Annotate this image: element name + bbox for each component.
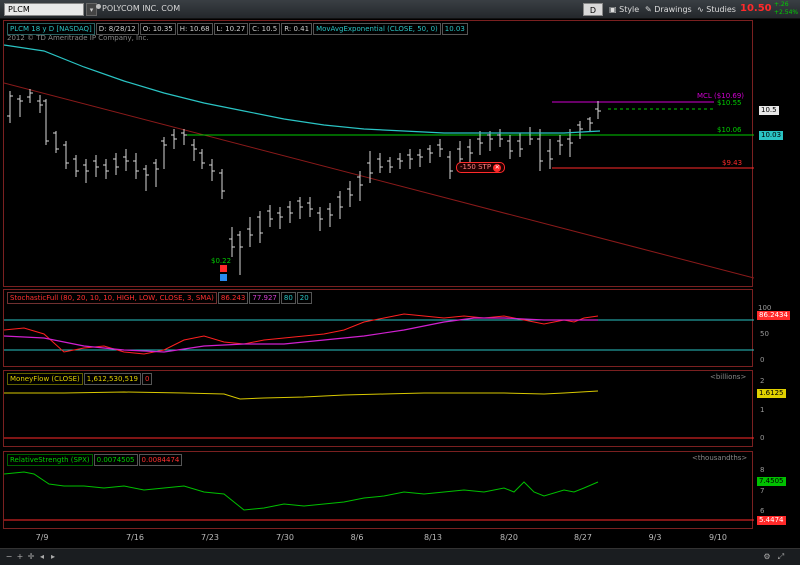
moneyflow-scale-1: 1 <box>760 406 765 414</box>
zoom-in-icon[interactable]: + <box>15 552 25 562</box>
date-tick: 7/30 <box>276 533 294 542</box>
drawings-menu-button[interactable]: ✎ Drawings <box>645 3 692 16</box>
cancel-order-icon[interactable]: ✕ <box>493 164 502 172</box>
ma-value: 10.03 <box>441 23 468 35</box>
level-943-label: $9.43 <box>722 159 743 167</box>
moneyflow-axis-tag: 1.6125 <box>757 389 786 398</box>
zoom-out-icon[interactable]: − <box>4 552 14 562</box>
rs-value-2: 0.0084474 <box>138 454 183 466</box>
date-tick: 8/20 <box>500 533 518 542</box>
rs-line <box>4 471 599 511</box>
stochastic-scale-0: 0 <box>760 356 765 364</box>
symbol-input[interactable]: PLCM <box>4 3 84 16</box>
rs-study-label[interactable]: RelativeStrength (SPX) <box>7 454 93 466</box>
company-name: POLYCOM INC. COM <box>102 4 181 13</box>
date-tick: 7/9 <box>35 533 49 542</box>
stochastic-ob-value: 80 <box>280 292 296 304</box>
settings-icon[interactable]: ⚙ <box>762 552 772 562</box>
net-change-percent: +2.54% <box>774 9 799 16</box>
last-price: 10.50 <box>740 3 772 14</box>
earnings-icon[interactable] <box>220 274 227 281</box>
price-low: L: 10.27 <box>213 23 249 35</box>
dividend-icon[interactable] <box>220 265 227 272</box>
price-header: PLCM 18 y D [NASDAQ] D: 8/28/12 O: 10.35 H:… <box>7 23 469 35</box>
moneyflow-panel[interactable]: MoneyFlow (CLOSE) 1,612,530,519 0 <billion… <box>3 370 754 447</box>
moneyflow-units: <billions> <box>710 373 747 381</box>
moneyflow-header: MoneyFlow (CLOSE) 1,612,530,519 0 <box>7 373 153 385</box>
stochastic-scale-50: 50 <box>760 330 769 338</box>
drawings-label: Drawings <box>654 5 692 14</box>
rs-scale-7: 7 <box>760 487 765 495</box>
ma-axis-tag: 10.03 <box>759 131 784 140</box>
relative-strength-panel[interactable]: RelativeStrength (SPX) 0.0074505 0.0084474… <box>3 451 754 529</box>
rs-header: RelativeStrength (SPX) 0.0074505 0.0084474 <box>7 454 183 466</box>
moneyflow-zero: 0 <box>142 373 153 385</box>
dividend-label: $0.22 <box>211 257 232 265</box>
level-1055-label: $10.55 <box>717 99 742 107</box>
date-tick: 8/6 <box>350 533 364 542</box>
scroll-left-icon[interactable]: ◂ <box>37 552 47 562</box>
price-chart-panel[interactable]: PLCM 18 y D [NASDAQ] D: 8/28/12 O: 10.35 H:… <box>3 20 784 288</box>
date-tick: 7/23 <box>201 533 219 542</box>
stochastic-study-label[interactable]: StochasticFull (80, 20, 10, 10, HIGH, LO… <box>7 292 217 304</box>
level-1006-label: $10.06 <box>717 126 742 134</box>
studies-menu-button[interactable]: ∿ Studies <box>697 3 736 16</box>
drawings-icon: ✎ <box>645 5 652 14</box>
stochastic-panel[interactable]: StochasticFull (80, 20, 10, 10, HIGH, LO… <box>3 289 754 367</box>
price-close: C: 10.5 <box>249 23 281 35</box>
rs-scale-6: 6 <box>760 507 765 515</box>
ema-50-line <box>4 44 601 134</box>
date-tick: 8/27 <box>574 533 592 542</box>
price-axis-tag: 10.5 <box>759 106 779 115</box>
style-label: Style <box>619 5 640 14</box>
stochastic-d-value: 77.927 <box>249 292 280 304</box>
stochastic-os-value: 20 <box>296 292 312 304</box>
scroll-right-icon[interactable]: ▸ <box>48 552 58 562</box>
date-tick: 7/16 <box>126 533 144 542</box>
moneyflow-scale-0: 0 <box>760 434 765 442</box>
studies-label: Studies <box>706 5 736 14</box>
rs-value-1: 0.0074505 <box>93 454 138 466</box>
net-change: +.26 <box>774 1 789 8</box>
copyright-text: 2012 © TD Ameritrade IP Company, Inc. <box>7 34 149 42</box>
price-range: R: 0.41 <box>281 23 313 35</box>
bottom-toolbar: − + ✛ ◂ ▸ ⚙ ⤢ <box>0 548 800 565</box>
date-tick: 9/10 <box>709 533 727 542</box>
price-high: H: 10.68 <box>176 23 213 35</box>
date-tick: 8/13 <box>424 533 442 542</box>
top-toolbar: PLCM ▾ POLYCOM INC. COM D ▣ Style ✎ Draw… <box>0 0 800 19</box>
rs-units: <thousandths> <box>692 454 748 462</box>
moneyflow-value: 1,612,530,519 <box>83 373 142 385</box>
studies-icon: ∿ <box>697 5 704 14</box>
stop-order-label: -150 STP <box>460 163 492 171</box>
moneyflow-study-label[interactable]: MoneyFlow (CLOSE) <box>7 373 83 385</box>
crosshair-icon[interactable]: ✛ <box>26 552 36 562</box>
rs-scale-8: 8 <box>760 466 765 474</box>
expand-icon[interactable]: ⤢ <box>776 552 786 562</box>
period-button[interactable]: D <box>583 3 603 16</box>
rs-axis-tag: 7.4505 <box>757 477 786 486</box>
stochastic-axis-tag: 86.2434 <box>757 311 790 320</box>
rs-axis-tag-low: 5.4474 <box>757 516 786 525</box>
price-chart-canvas[interactable] <box>4 21 754 288</box>
stochastic-k-value: 86.243 <box>217 292 249 304</box>
moneyflow-line <box>4 390 599 400</box>
style-menu-button[interactable]: ▣ Style <box>609 3 639 16</box>
date-tick: 9/3 <box>648 533 662 542</box>
stop-order-badge[interactable]: -150 STP ✕ <box>456 162 506 173</box>
stochastic-header: StochasticFull (80, 20, 10, 10, HIGH, LO… <box>7 292 313 304</box>
ma-study-label[interactable]: MovAvgExponential (CLOSE, 50, 0) <box>313 23 441 35</box>
style-icon: ▣ <box>609 5 617 14</box>
date-axis: 7/9 7/16 7/23 7/30 8/6 8/13 8/20 8/27 9/… <box>3 530 753 546</box>
stochastic-d-line <box>4 317 598 353</box>
moneyflow-scale-2: 2 <box>760 377 765 385</box>
trendline <box>4 82 754 279</box>
company-logo-icon <box>96 4 101 9</box>
